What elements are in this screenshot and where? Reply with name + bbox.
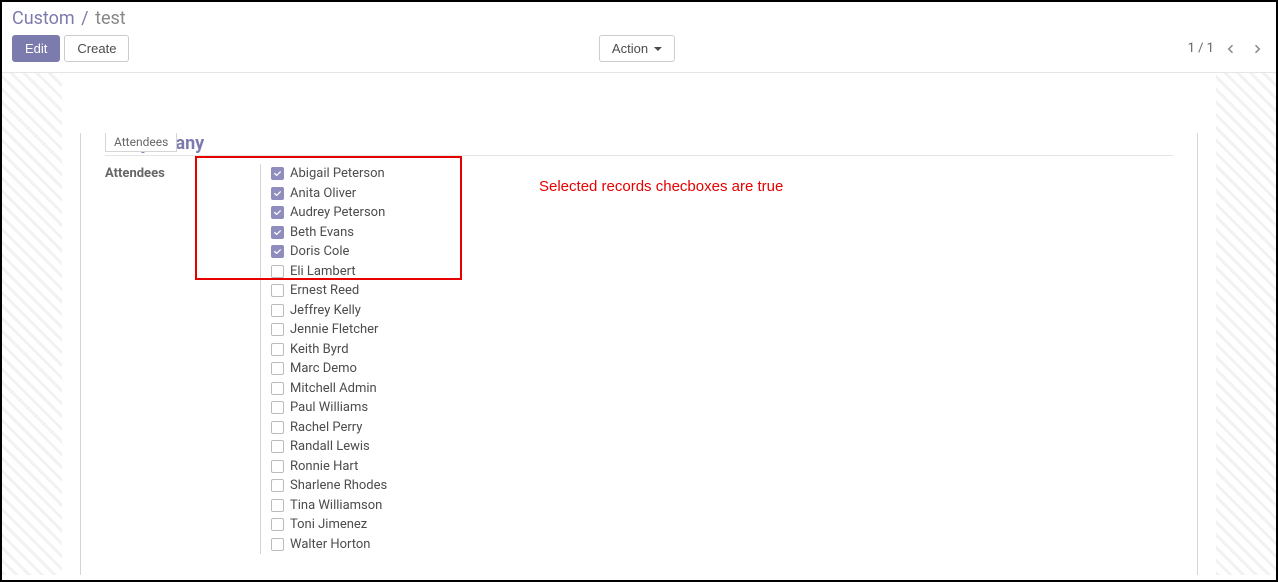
attendee-name: Randall Lewis [290,437,370,457]
section-title: Many2many [105,133,1173,154]
attendee-name: Beth Evans [290,223,354,243]
attendee-checkbox[interactable] [271,265,284,278]
breadcrumb-root[interactable]: Custom [12,8,75,29]
attendee-checkbox[interactable] [271,401,284,414]
attendee-row: Mitchell Admin [271,379,1173,399]
attendee-row: Sharlene Rhodes [271,476,1173,496]
attendee-checkbox[interactable] [271,479,284,492]
pager-text: 1 / 1 [1188,41,1214,56]
pager-prev-button[interactable] [1222,40,1240,58]
attendee-row: Tina Williamson [271,496,1173,516]
attendee-checkbox[interactable] [271,440,284,453]
attendee-checkbox[interactable] [271,421,284,434]
attendee-row: Marc Demo [271,359,1173,379]
attendee-checkbox[interactable] [271,187,284,200]
attendee-checkbox[interactable] [271,499,284,512]
attendee-row: Ronnie Hart [271,457,1173,477]
attendee-name: Eli Lambert [290,262,356,282]
attendee-list: Abigail PetersonAnita OliverAudrey Peter… [260,164,1173,554]
create-button[interactable]: Create [64,35,129,62]
attendee-row: Toni Jimenez [271,515,1173,535]
attendee-name: Ernest Reed [290,281,359,301]
pager-next-button[interactable] [1248,40,1266,58]
attendee-name: Sharlene Rhodes [290,476,387,496]
attendee-row: Paul Williams [271,398,1173,418]
attendee-name: Ronnie Hart [290,457,358,477]
attendee-checkbox[interactable] [271,226,284,239]
attendee-row: Randall Lewis [271,437,1173,457]
attendee-name: Marc Demo [290,359,357,379]
attendee-name: Walter Horton [290,535,370,555]
attendee-checkbox[interactable] [271,460,284,473]
attendee-name: Rachel Perry [290,418,362,438]
attendee-checkbox[interactable] [271,538,284,551]
attendee-name: Mitchell Admin [290,379,377,399]
attendee-row: Jeffrey Kelly [271,301,1173,321]
chevron-left-icon [1225,43,1237,55]
attendee-name: Paul Williams [290,398,368,418]
breadcrumb-current: test [95,8,126,29]
attendee-name: Tina Williamson [290,496,382,516]
attendee-row: Rachel Perry [271,418,1173,438]
chevron-right-icon [1251,43,1263,55]
action-button-label: Action [612,41,648,56]
attendee-checkbox[interactable] [271,206,284,219]
attendee-checkbox[interactable] [271,518,284,531]
attendee-name: Anita Oliver [290,184,356,204]
attendee-name: Audrey Peterson [290,203,385,223]
attendee-name: Toni Jimenez [290,515,367,535]
annotation-text: Selected records checboxes are true [539,178,783,195]
chevron-down-icon [654,47,662,51]
attendee-checkbox[interactable] [271,343,284,356]
attendee-row: Eli Lambert [271,262,1173,282]
attendee-checkbox[interactable] [271,245,284,258]
attendee-name: Jennie Fletcher [290,320,378,340]
right-gutter [1216,73,1276,575]
tab-attendees[interactable]: Attendees [105,133,177,152]
attendee-checkbox[interactable] [271,362,284,375]
attendee-name: Abigail Peterson [290,164,385,184]
attendee-row: Walter Horton [271,535,1173,555]
attendee-checkbox[interactable] [271,323,284,336]
attendee-name: Doris Cole [290,242,349,262]
attendee-row: Keith Byrd [271,340,1173,360]
attendee-checkbox[interactable] [271,304,284,317]
field-label-attendees: Attendees [105,164,260,181]
attendee-checkbox[interactable] [271,382,284,395]
edit-button[interactable]: Edit [12,35,60,62]
action-button[interactable]: Action [599,35,675,62]
left-gutter [2,73,62,575]
attendee-checkbox[interactable] [271,284,284,297]
attendee-row: Jennie Fletcher [271,320,1173,340]
form-sheet: Attendees Many2many Attendees Abigail Pe… [80,133,1198,575]
breadcrumb: Custom / test [12,6,1266,33]
attendee-checkbox[interactable] [271,167,284,180]
attendee-name: Keith Byrd [290,340,349,360]
attendee-name: Jeffrey Kelly [290,301,361,321]
attendee-row: Audrey Peterson [271,203,1173,223]
attendee-row: Beth Evans [271,223,1173,243]
attendee-row: Doris Cole [271,242,1173,262]
breadcrumb-sep: / [81,8,88,29]
attendee-row: Ernest Reed [271,281,1173,301]
